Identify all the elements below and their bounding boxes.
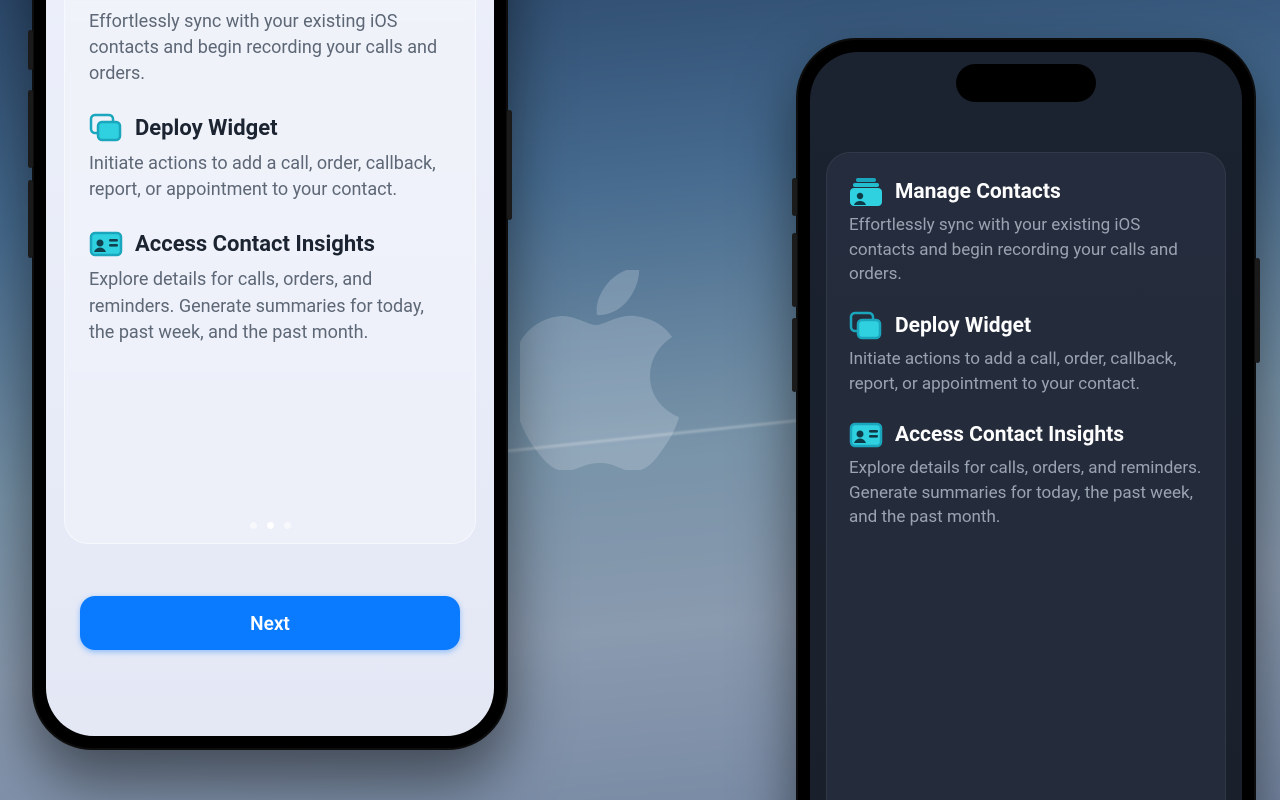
feature-body: Effortlessly sync with your existing iOS… [849, 213, 1203, 287]
onboarding-card-light: Effortlessly sync with your existing iOS… [64, 0, 476, 544]
feature-title: Deploy Widget [895, 314, 1031, 338]
id-card-icon [89, 229, 123, 259]
volume-down-button [792, 233, 797, 307]
feature-manage-contacts: Manage Contacts Effortlessly sync with y… [849, 177, 1203, 287]
feature-contact-insights: Access Contact Insights Explore details … [89, 229, 451, 345]
widget-stack-icon [89, 113, 123, 143]
apple-logo-wallpaper [520, 270, 690, 470]
next-button-label: Next [250, 612, 290, 635]
feature-body: Effortlessly sync with your existing iOS… [89, 9, 451, 87]
next-button[interactable]: Next [80, 596, 460, 650]
contacts-stack-icon [849, 177, 883, 207]
feature-title: Deploy Widget [135, 116, 278, 141]
action-button [792, 318, 797, 392]
feature-body: Initiate actions to add a call, order, c… [849, 347, 1203, 396]
volume-up-button [28, 30, 33, 70]
feature-body: Explore details for calls, orders, and r… [89, 267, 451, 345]
phone-mockup-dark: Manage Contacts Effortlessly sync with y… [796, 38, 1256, 800]
action-button [28, 180, 33, 258]
feature-title: Access Contact Insights [895, 423, 1124, 447]
dynamic-island [956, 64, 1096, 102]
page-dot[interactable] [284, 522, 291, 529]
phone-mockup-light: Effortlessly sync with your existing iOS… [32, 0, 508, 750]
power-button [1255, 258, 1260, 363]
page-indicator-light[interactable] [65, 522, 475, 529]
page-dot[interactable] [250, 522, 257, 529]
feature-title: Access Contact Insights [135, 232, 375, 257]
widget-stack-icon [849, 311, 883, 341]
volume-up-button [792, 178, 797, 216]
id-card-icon [849, 420, 883, 450]
feature-deploy-widget: Deploy Widget Initiate actions to add a … [89, 113, 451, 203]
feature-body: Explore details for calls, orders, and r… [849, 456, 1203, 530]
phone-screen-dark: Manage Contacts Effortlessly sync with y… [810, 52, 1242, 800]
feature-title: Manage Contacts [895, 180, 1061, 204]
feature-body: Initiate actions to add a call, order, c… [89, 151, 451, 203]
volume-down-button [28, 90, 33, 168]
phone-screen-light: Effortlessly sync with your existing iOS… [46, 0, 494, 736]
onboarding-card-dark: Manage Contacts Effortlessly sync with y… [826, 152, 1226, 800]
power-button [507, 110, 512, 220]
feature-manage-contacts: Effortlessly sync with your existing iOS… [89, 9, 451, 87]
feature-deploy-widget: Deploy Widget Initiate actions to add a … [849, 311, 1203, 396]
page-dot-active[interactable] [267, 522, 274, 529]
feature-contact-insights: Access Contact Insights Explore details … [849, 420, 1203, 530]
